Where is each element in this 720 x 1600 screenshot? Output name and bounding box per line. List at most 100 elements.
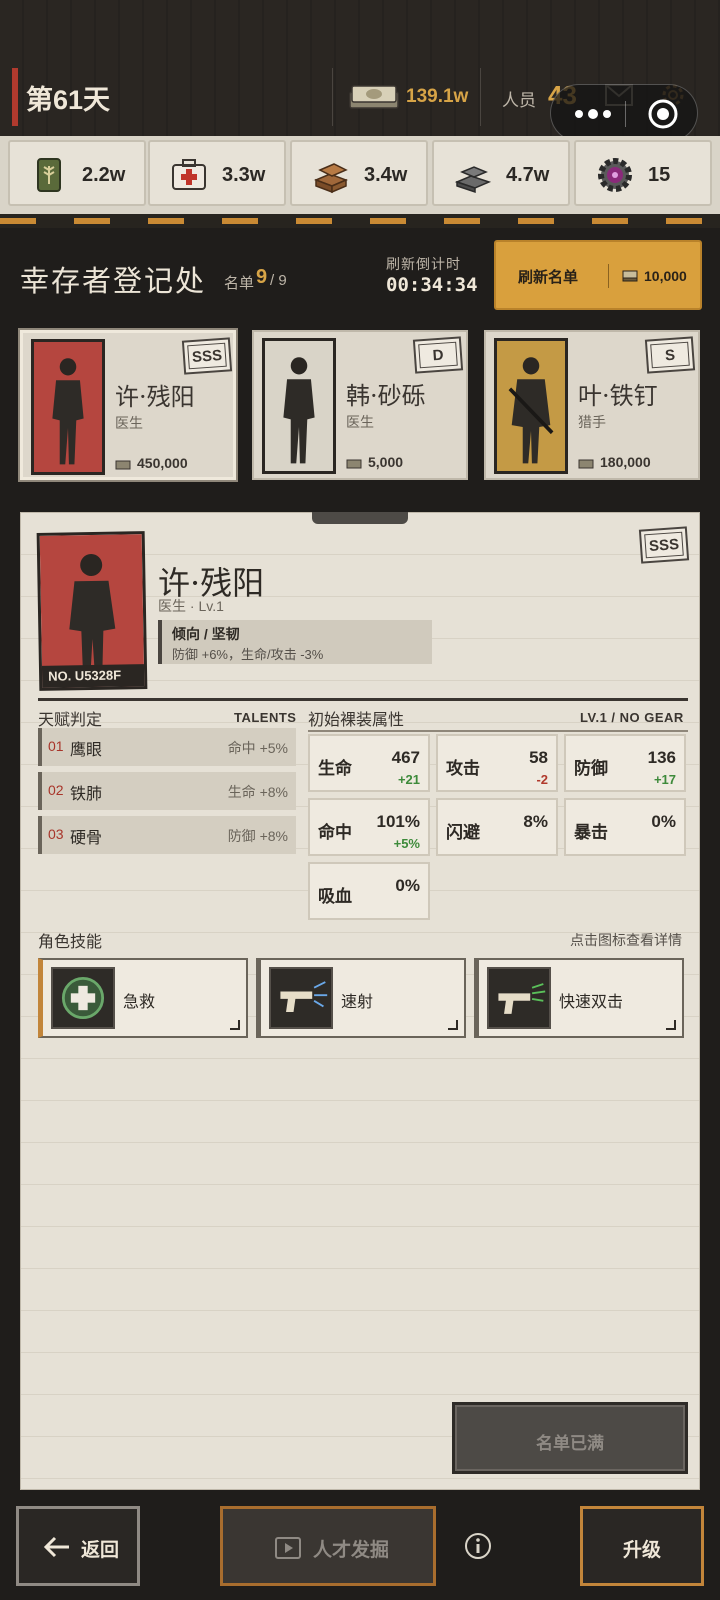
medicine-amount: 3.3w — [222, 164, 266, 186]
talent-row: 02 铁肺 生命 +8% — [38, 772, 296, 810]
stat-attack: 攻击 58 -2 — [436, 734, 558, 792]
skill-card-rapid-fire[interactable]: 速射 — [256, 958, 466, 1038]
staff-label: 人员 — [502, 91, 536, 110]
candidate-card[interactable]: S 叶·铁钉 猎手 180,000 — [484, 330, 700, 480]
stat-key: 闪避 — [446, 823, 480, 842]
hazard-stripe — [0, 214, 720, 228]
hazard-segment — [370, 218, 406, 224]
resource-steel[interactable]: 4.7w — [432, 140, 570, 206]
medkit-icon — [172, 159, 206, 190]
grade-stamp: S — [644, 336, 696, 374]
talent-scout-button[interactable]: 人才发掘 — [220, 1506, 436, 1586]
talent-number: 02 — [48, 782, 64, 798]
resource-wood[interactable]: 3.4w — [290, 140, 428, 206]
section-divider — [38, 698, 688, 701]
hazard-segment — [666, 218, 702, 224]
grade-text: SSS — [644, 531, 684, 559]
hazard-segment — [518, 218, 554, 224]
cash-icon — [578, 459, 594, 469]
stat-dodge: 闪避 8% — [436, 798, 558, 856]
hazard-segment — [592, 218, 628, 224]
skill-name: 快速双击 — [559, 994, 624, 1011]
resource-parts[interactable]: 15 — [574, 140, 712, 206]
survivor-portrait — [494, 338, 568, 474]
page-title: 幸存者登记处 — [20, 266, 207, 298]
upgrade-label: 升级 — [622, 1540, 661, 1561]
cash-icon — [622, 270, 638, 282]
trait-box: 倾向 / 坚韧 防御 +6%，生命/攻击 -3% — [158, 620, 432, 664]
resource-food[interactable]: 2.2w — [8, 140, 146, 206]
survivor-portrait — [31, 339, 105, 475]
upgrade-button[interactable]: 升级 — [580, 1506, 704, 1586]
candidate-card[interactable]: SSS 许·残阳 医生 450,000 — [20, 330, 236, 480]
candidate-card[interactable]: D 韩·砂砾 医生 5,000 — [252, 330, 468, 480]
countdown-label: 刷新倒计时 — [386, 256, 461, 272]
grade-stamp: SSS — [181, 337, 233, 375]
skill-card-first-aid[interactable]: 急救 — [38, 958, 248, 1038]
stat-delta: +17 — [653, 772, 676, 787]
video-play-icon — [275, 1537, 301, 1559]
day-counter: 第61天 — [26, 85, 111, 115]
candidate-role: 医生 — [346, 414, 374, 430]
food-amount: 2.2w — [82, 164, 126, 186]
skills-hint: 点击图标查看详情 — [570, 932, 682, 948]
miniprogram-capsule[interactable] — [550, 84, 698, 142]
cash-stack-icon — [349, 85, 399, 109]
candidate-price: 5,000 — [368, 454, 404, 470]
roster-full-button[interactable]: 名单已满 — [452, 1402, 688, 1474]
refresh-roster-button[interactable]: 刷新名单 10,000 — [494, 240, 702, 310]
resource-medicine[interactable]: 3.3w — [148, 140, 286, 206]
grade-stamp: D — [412, 336, 464, 374]
back-label: 返回 — [81, 1540, 120, 1561]
talent-row: 03 硬骨 防御 +8% — [38, 816, 296, 854]
stat-defense: 防御 136 +17 — [564, 734, 686, 792]
more-dots-icon[interactable] — [573, 107, 613, 121]
stat-value: 58 — [529, 748, 548, 767]
hazard-segment — [444, 218, 480, 224]
first-aid-cross-icon — [51, 967, 115, 1029]
close-ring-icon[interactable] — [647, 98, 679, 130]
talents-en-label: TALENTS — [234, 710, 297, 725]
grade-text: D — [418, 341, 458, 369]
skill-name: 速射 — [341, 994, 374, 1011]
survivor-portrait — [262, 338, 336, 474]
wood-planks-icon — [313, 163, 349, 194]
candidate-role: 猎手 — [578, 414, 606, 430]
talent-number: 01 — [48, 738, 64, 754]
parts-amount: 15 — [648, 164, 671, 186]
roster-total: / 9 — [270, 272, 287, 289]
stats-en-label: LV.1 / NO GEAR — [580, 710, 684, 725]
wood-amount: 3.4w — [364, 164, 408, 186]
talent-bonus: 防御 +8% — [227, 828, 288, 844]
stat-crit: 暴击 0% — [564, 798, 686, 856]
pistol-rapid-fire-icon — [269, 967, 333, 1029]
corner-mark — [448, 1020, 458, 1030]
talent-row: 01 鹰眼 命中 +5% — [38, 728, 296, 766]
stat-lifesteal: 吸血 0% — [308, 862, 430, 920]
skill-card-double-tap[interactable]: 快速双击 — [474, 958, 684, 1038]
stat-value: 8% — [523, 812, 548, 831]
corner-mark — [230, 1020, 240, 1030]
hazard-segment — [222, 218, 258, 224]
detail-role-level: 医生 · Lv.1 — [158, 598, 224, 614]
stat-key: 吸血 — [318, 887, 352, 906]
wheat-can-icon — [37, 158, 61, 192]
grade-stamp: SSS — [638, 526, 690, 564]
stat-accuracy: 命中 101% +5% — [308, 798, 430, 856]
info-icon[interactable] — [464, 1532, 492, 1560]
talent-name: 硬骨 — [70, 830, 103, 847]
stat-value: 136 — [647, 748, 676, 767]
back-button[interactable]: 返回 — [16, 1506, 140, 1586]
roster-full-label: 名单已满 — [536, 1434, 604, 1453]
trait-description: 防御 +6%，生命/攻击 -3% — [172, 647, 324, 662]
candidate-name: 叶·铁钉 — [578, 382, 658, 410]
divider — [332, 68, 333, 126]
refresh-cost: 10,000 — [644, 268, 687, 284]
panel-handle[interactable] — [312, 512, 408, 524]
talents-label: 天赋判定 — [38, 712, 103, 729]
capsule-divider — [625, 101, 626, 127]
stat-key: 生命 — [318, 759, 352, 778]
trait-title: 倾向 / 坚韧 — [172, 626, 240, 642]
candidate-role: 医生 — [115, 415, 143, 431]
stat-value: 0% — [395, 876, 420, 895]
